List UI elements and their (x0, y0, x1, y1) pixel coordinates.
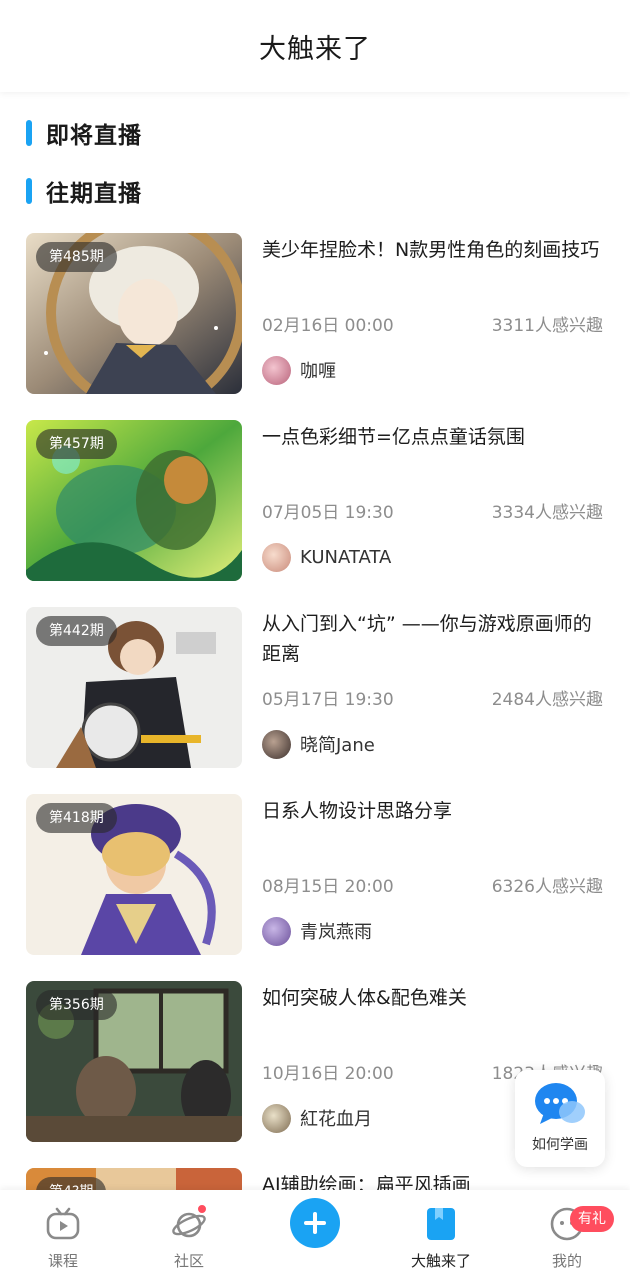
tab-community[interactable]: 社区 (126, 1190, 252, 1280)
tab-community-label: 社区 (173, 1252, 204, 1270)
chat-bubble-icon (535, 1083, 585, 1124)
episode-badge: 第485期 (36, 242, 117, 272)
tab-mine[interactable]: 有礼 我的 (504, 1190, 630, 1280)
author-name: 晓简Jane (300, 735, 375, 756)
avatar (262, 1103, 291, 1133)
avatar (262, 542, 291, 572)
live-card[interactable]: 第485期 美少年捏脸术！N款男性角色的刻画技巧 02月16日 00:00 33… (0, 233, 630, 395)
author[interactable]: 青岚燕雨 (262, 916, 372, 946)
how-to-learn-label: 如何学画 (532, 1137, 588, 1153)
author[interactable]: KUNATATA (262, 542, 391, 572)
tab-mine-label: 我的 (551, 1252, 582, 1270)
tab-live[interactable]: 大触来了 (378, 1190, 504, 1280)
avatar (262, 916, 291, 946)
author[interactable]: 咖喱 (262, 355, 336, 385)
author-name: KUNATATA (300, 546, 392, 568)
interest-count: 2484人感兴趣 (491, 690, 603, 710)
author-name: 咖喱 (300, 361, 336, 382)
live-card[interactable]: 第457期 一点色彩细节=亿点点童话氛围 07月05日 19:30 3334人感… (0, 420, 630, 582)
top-bar: 大触来了 (0, 0, 630, 92)
author-name: 紅花血月 (300, 1109, 372, 1130)
live-title[interactable]: 如何突破人体&配色难关 (262, 983, 610, 1013)
live-title[interactable]: 美少年捏脸术！N款男性角色的刻画技巧 (262, 235, 610, 265)
live-cover-image[interactable]: 第356期 (26, 981, 242, 1142)
author-name: 青岚燕雨 (300, 922, 372, 943)
live-cover-image[interactable]: 第457期 (26, 420, 242, 581)
avatar (262, 729, 291, 759)
interest-count: 3311人感兴趣 (491, 316, 603, 336)
live-card[interactable]: 第418期 日系人物设计思路分享 08月15日 20:00 6326人感兴趣 青… (0, 794, 630, 956)
create-plus-button[interactable] (290, 1198, 340, 1248)
plus-icon (304, 1212, 326, 1234)
live-title[interactable]: 从入门到入“坑” ——你与游戏原画师的距离 (262, 609, 610, 669)
live-title[interactable]: 一点色彩细节=亿点点童话氛围 (262, 422, 610, 452)
live-cover-image[interactable]: 第485期 (26, 233, 242, 394)
live-cover-image[interactable]: 第442期 (26, 607, 242, 768)
how-to-learn-widget[interactable]: 如何学画 (515, 1070, 605, 1167)
tab-courses[interactable]: 课程 (0, 1190, 126, 1280)
live-title[interactable]: 日系人物设计思路分享 (262, 796, 610, 826)
section-past-title: 往期直播 (46, 181, 142, 207)
section-upcoming[interactable]: 即将直播 (26, 117, 142, 149)
avatar (262, 355, 291, 385)
episode-badge: 第442期 (36, 616, 117, 646)
live-date: 10月16日 20:00 (262, 1064, 394, 1084)
section-past[interactable]: 往期直播 (26, 175, 142, 207)
live-date: 07月05日 19:30 (262, 503, 394, 523)
section-accent-bar (26, 178, 32, 204)
gift-badge: 有礼 (570, 1206, 614, 1232)
author[interactable]: 紅花血月 (262, 1103, 372, 1133)
interest-count: 6326人感兴趣 (491, 877, 603, 897)
live-date: 05月17日 19:30 (262, 690, 394, 710)
episode-badge: 第356期 (36, 990, 117, 1020)
tab-courses-label: 课程 (47, 1252, 78, 1270)
notification-dot (196, 1203, 208, 1215)
live-cover-image[interactable]: 第418期 (26, 794, 242, 955)
episode-badge: 第457期 (36, 429, 117, 459)
bookmark-book-icon (427, 1208, 455, 1240)
section-accent-bar (26, 120, 32, 146)
page-title: 大触来了 (259, 33, 371, 65)
bottom-tab-bar: 课程 社区 大触来了 有礼 我的 (0, 1190, 630, 1280)
episode-badge: 第418期 (36, 803, 117, 833)
live-date: 02月16日 00:00 (262, 316, 394, 336)
author[interactable]: 晓简Jane (262, 729, 375, 759)
live-date: 08月15日 20:00 (262, 877, 394, 897)
interest-count: 3334人感兴趣 (491, 503, 603, 523)
tab-live-label: 大触来了 (410, 1252, 471, 1270)
tv-play-icon (46, 1207, 80, 1240)
live-card[interactable]: 第442期 从入门到入“坑” ——你与游戏原画师的距离 05月17日 19:30… (0, 607, 630, 769)
section-upcoming-title: 即将直播 (46, 123, 142, 149)
